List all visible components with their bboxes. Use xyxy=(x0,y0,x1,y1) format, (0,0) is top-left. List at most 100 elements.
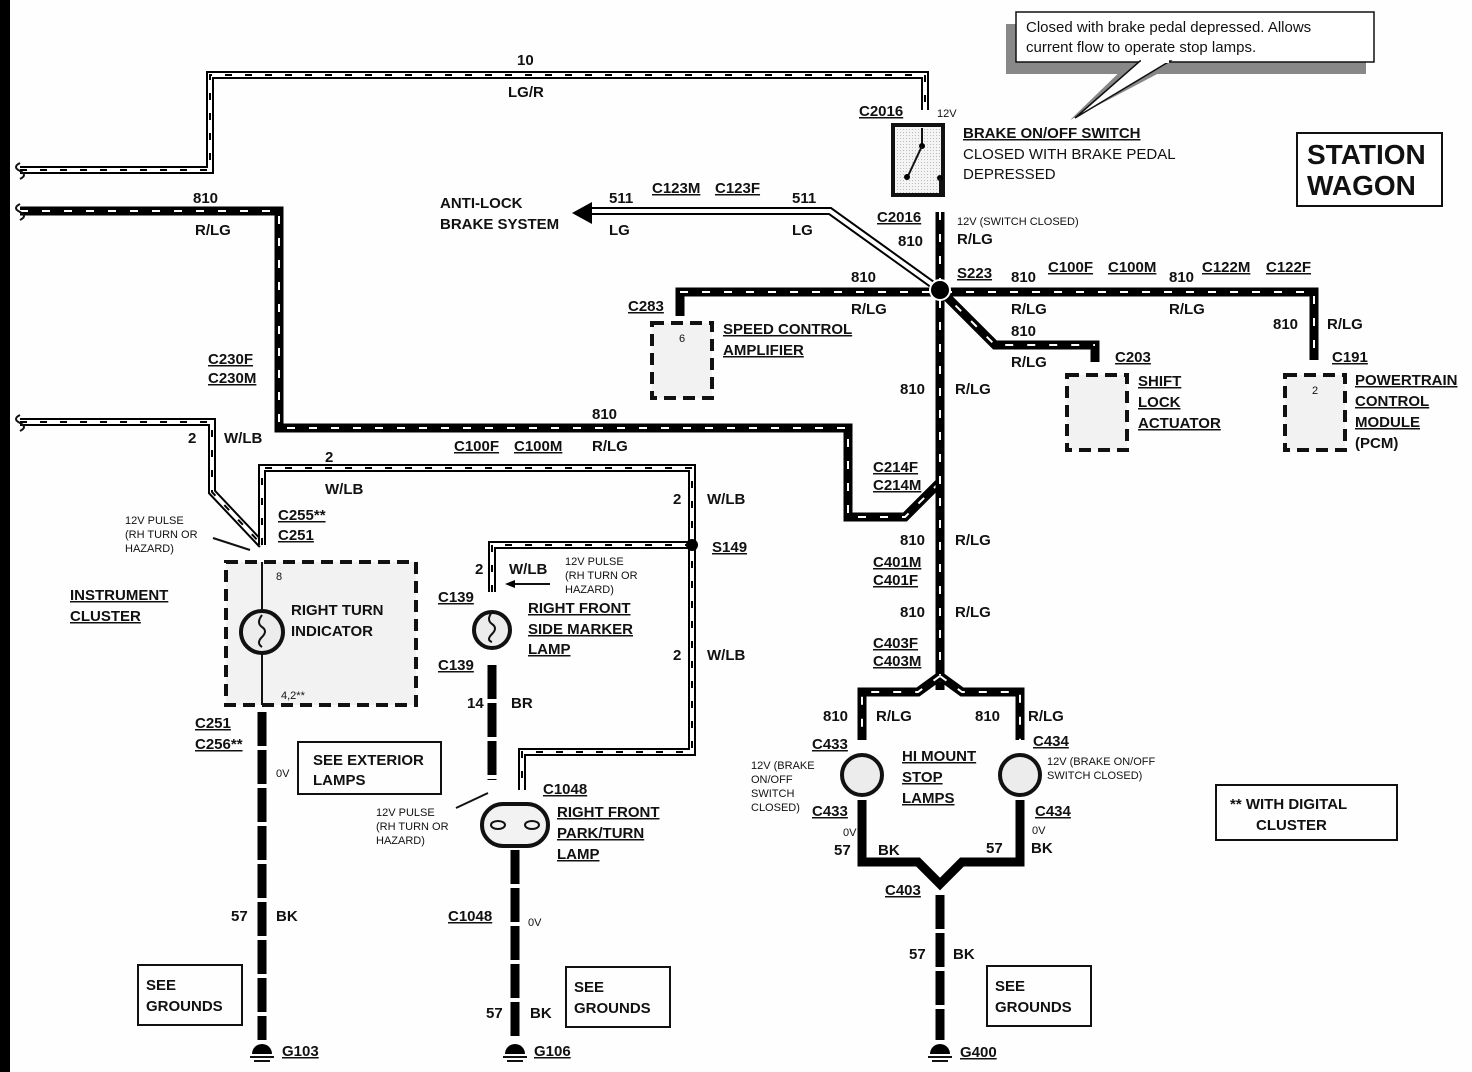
see-box-text: GROUNDS xyxy=(995,999,1072,1016)
pcm-label: (PCM) xyxy=(1355,435,1398,452)
wire-color: W/LB xyxy=(224,430,262,447)
pcm-label: CONTROL xyxy=(1355,393,1429,410)
pin-label: 6 xyxy=(679,333,685,345)
see-box-text: SEE xyxy=(574,979,604,996)
wire-color: R/LG xyxy=(876,708,912,725)
wire-color: R/LG xyxy=(851,301,887,318)
voltage-label: HAZARD) xyxy=(125,543,174,555)
connector-label: C100M xyxy=(514,438,562,455)
connector-label: C122F xyxy=(1266,259,1311,276)
right-turn-indicator-label: INDICATOR xyxy=(291,623,373,640)
wire-number: 511 xyxy=(792,190,816,207)
wire-color: R/LG xyxy=(955,532,991,549)
wire-color: BK xyxy=(878,842,900,859)
park-turn-label: LAMP xyxy=(557,846,600,863)
connector-label: C139 xyxy=(438,657,474,674)
connector-label: C401M xyxy=(873,554,921,571)
connector-label: C203 xyxy=(1115,349,1151,366)
hi-mount-bulb-right-icon[interactable] xyxy=(998,753,1042,797)
connector-label: C251 xyxy=(278,527,314,544)
callout-line2: current flow to operate stop lamps. xyxy=(1026,39,1256,56)
wire-number: 2 xyxy=(673,491,681,508)
voltage-label: 0V xyxy=(276,768,290,780)
right-turn-indicator-label: RIGHT TURN xyxy=(291,602,384,619)
voltage-label: ON/OFF xyxy=(751,774,793,786)
see-grounds-box[interactable] xyxy=(137,964,243,1026)
wire-number: 2 xyxy=(673,647,681,664)
ground-icon-g106 xyxy=(503,1044,527,1062)
voltage-label: CLOSED) xyxy=(751,802,800,814)
ground-label: G106 xyxy=(534,1043,571,1060)
see-grounds-box[interactable] xyxy=(986,965,1092,1027)
voltage-label: (RH TURN OR xyxy=(376,821,449,833)
wire-color: R/LG xyxy=(955,381,991,398)
wire-number: 810 xyxy=(823,708,848,725)
badge-line1: STATION xyxy=(1307,139,1426,170)
footnote-text: ** WITH DIGITAL xyxy=(1230,796,1347,813)
voltage-label: 12V (BRAKE ON/OFF xyxy=(1047,756,1155,768)
station-wagon-badge: STATION WAGON xyxy=(1296,132,1443,207)
voltage-label: 0V xyxy=(843,827,857,839)
wire-color: R/LG xyxy=(592,438,628,455)
wire-color: BR xyxy=(511,695,533,712)
shift-lock-label: ACTUATOR xyxy=(1138,415,1221,432)
wire-number: 810 xyxy=(900,532,925,549)
connector-label: C433 xyxy=(812,736,848,753)
wire-number: 2 xyxy=(188,430,196,447)
voltage-label: SWITCH xyxy=(751,788,794,800)
park-turn-label: RIGHT FRONT xyxy=(557,804,660,821)
see-grounds-box[interactable] xyxy=(565,966,671,1028)
brake-switch-desc: DEPRESSED xyxy=(963,166,1056,183)
wire-number: 810 xyxy=(1011,269,1036,286)
voltage-label: (RH TURN OR xyxy=(565,570,638,582)
wire-number: 511 xyxy=(609,190,633,207)
wire-number: 810 xyxy=(898,233,923,250)
ground-label: G103 xyxy=(282,1043,319,1060)
see-box-text: SEE EXTERIOR xyxy=(313,752,424,769)
ground-label: G400 xyxy=(960,1044,997,1061)
speed-control-label: SPEED CONTROL xyxy=(723,321,852,338)
connector-label: C283 xyxy=(628,298,664,315)
pin-label: 8 xyxy=(276,571,282,583)
brake-switch[interactable] xyxy=(891,123,945,197)
voltage-label: (RH TURN OR xyxy=(125,529,198,541)
hi-mount-bulb-left-icon[interactable] xyxy=(840,753,884,797)
wiring-diagram: Closed with brake pedal depressed. Allow… xyxy=(15,11,1458,1062)
voltage-label: 0V xyxy=(1032,825,1046,837)
connector-label: C251 xyxy=(195,715,231,732)
hi-mount-label: STOP xyxy=(902,769,943,786)
instrument-cluster-label: CLUSTER xyxy=(70,608,141,625)
side-marker-label: SIDE MARKER xyxy=(528,621,633,638)
wire-number: 810 xyxy=(900,604,925,621)
abs-label: ANTI-LOCK xyxy=(440,195,523,212)
wire-number: 810 xyxy=(900,381,925,398)
splice-label: S149 xyxy=(712,539,747,556)
connector-label: C403M xyxy=(873,653,921,670)
wire-labels: 10 LG/R 810 R/LG 511 LG 511 LG 810 R/LG … xyxy=(188,52,1363,1022)
side-marker-bulb-icon[interactable] xyxy=(472,610,512,650)
park-turn-label: PARK/TURN xyxy=(557,825,644,842)
wire-number: 14 xyxy=(467,695,484,712)
see-box-text: SEE xyxy=(995,978,1025,995)
voltage-label: 12V (BRAKE xyxy=(751,760,815,772)
voltage-label: 12V (SWITCH CLOSED) xyxy=(957,216,1079,228)
connector-label: C2016 xyxy=(877,209,921,226)
wire-color: BK xyxy=(1031,840,1053,857)
shift-lock-actuator[interactable] xyxy=(1065,373,1129,452)
voltage-label: 12V PULSE xyxy=(565,556,624,568)
connector-label: C2016 xyxy=(859,103,903,120)
ground-icon-g103 xyxy=(250,1044,274,1062)
badge-line2: WAGON xyxy=(1307,170,1416,201)
see-box-text: GROUNDS xyxy=(146,998,223,1015)
connector-label: C214F xyxy=(873,459,918,476)
wire-color: BK xyxy=(276,908,298,925)
shift-lock-label: LOCK xyxy=(1138,394,1181,411)
wire-number: 810 xyxy=(1169,269,1194,286)
pcm-label: POWERTRAIN xyxy=(1355,372,1458,389)
wire-number: 57 xyxy=(909,946,926,963)
wire-color: R/LG xyxy=(1327,316,1363,333)
wire-color: R/LG xyxy=(195,222,231,239)
wire-number: 57 xyxy=(834,842,851,859)
wire-color: BK xyxy=(530,1005,552,1022)
splice-label: S223 xyxy=(957,265,992,282)
